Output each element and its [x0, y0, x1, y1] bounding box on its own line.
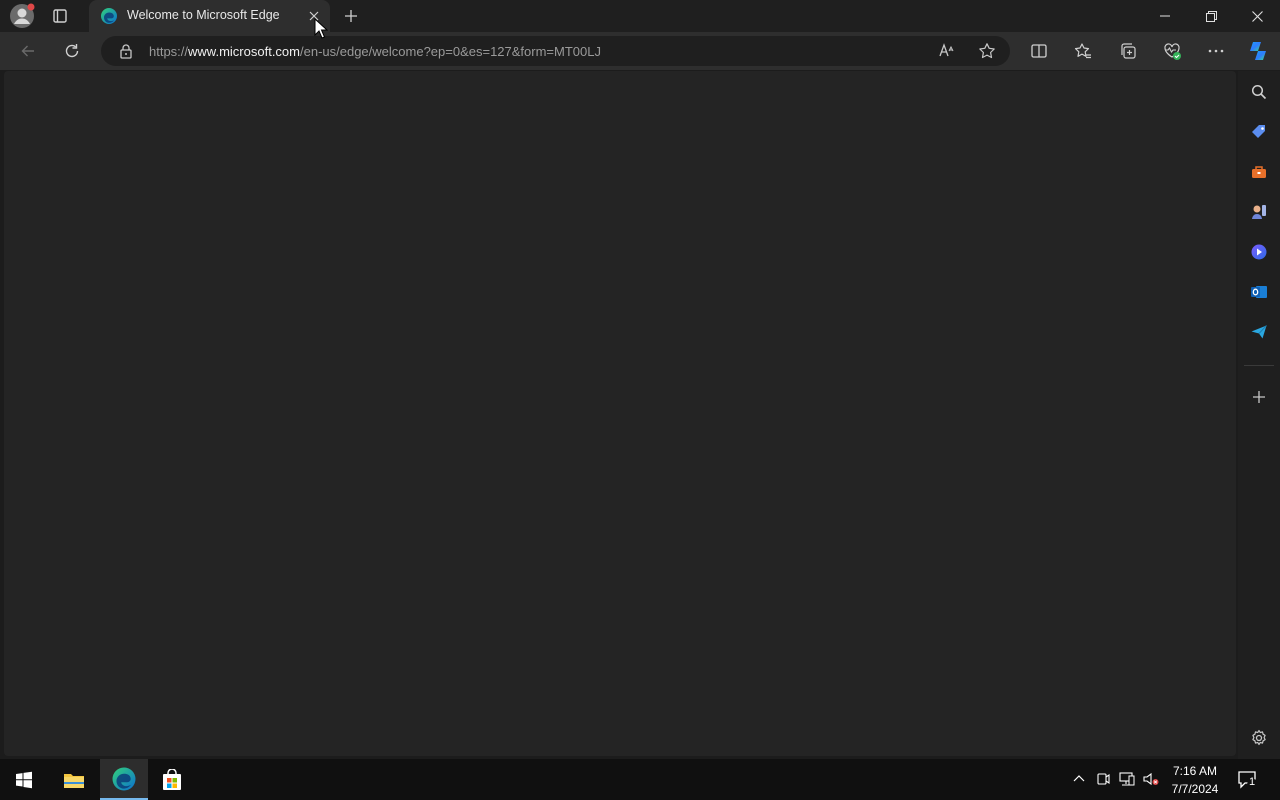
url-path: /en-us/edge/welcome?ep=0&es=127&form=MT0… — [300, 44, 601, 59]
notification-icon[interactable]: 1 — [1236, 768, 1260, 792]
minimize-button[interactable] — [1142, 0, 1188, 32]
windows-start-icon[interactable] — [0, 759, 48, 800]
tab-title: Welcome to Microsoft Edge — [127, 8, 280, 22]
notification-count: 1 — [1249, 776, 1256, 788]
mouse-cursor-icon — [314, 17, 329, 40]
address-bar[interactable]: https://www.microsoft.com/en-us/edge/wel… — [101, 36, 1010, 66]
add-icon[interactable] — [1248, 386, 1270, 408]
microsoft-store-icon[interactable] — [148, 759, 196, 800]
collections-icon[interactable] — [1118, 41, 1138, 61]
chevron-up-icon[interactable] — [1070, 770, 1088, 788]
clock-date: 7/7/2024 — [1171, 782, 1219, 796]
lock-icon[interactable] — [118, 43, 134, 59]
copilot-icon[interactable] — [1246, 39, 1270, 63]
close-window-button[interactable] — [1234, 0, 1280, 32]
url-scheme: https:// — [149, 44, 189, 59]
tab-welcome[interactable]: Welcome to Microsoft Edge — [89, 0, 330, 32]
file-explorer-icon[interactable] — [50, 759, 98, 800]
copilot-icon[interactable] — [1248, 241, 1270, 263]
search-icon[interactable] — [1248, 81, 1270, 103]
browser-essentials-icon[interactable] — [1162, 41, 1182, 61]
volume-muted-icon[interactable] — [1142, 770, 1160, 788]
new-tab-button[interactable] — [339, 4, 363, 28]
split-screen-icon[interactable] — [1029, 41, 1049, 61]
network-icon[interactable] — [1118, 770, 1136, 788]
system-clock[interactable]: 7:16 AM 7/7/2024 — [1166, 762, 1224, 798]
back-button[interactable] — [14, 37, 42, 65]
restore-button[interactable] — [1188, 0, 1234, 32]
clock-time: 7:16 AM — [1172, 764, 1218, 778]
refresh-button[interactable] — [58, 37, 86, 65]
outlook-icon[interactable] — [1248, 281, 1270, 303]
shopping-tag-icon[interactable] — [1248, 121, 1270, 143]
drop-icon[interactable] — [1248, 321, 1270, 343]
games-icon[interactable] — [1248, 201, 1270, 223]
sidebar-divider — [1244, 365, 1274, 366]
settings-icon[interactable] — [1248, 727, 1270, 749]
tab-actions-icon[interactable] — [46, 4, 74, 28]
more-icon[interactable] — [1206, 41, 1226, 61]
read-aloud-icon[interactable] — [937, 41, 957, 61]
browser-toolbar: https://www.microsoft.com/en-us/edge/wel… — [0, 32, 1280, 70]
profile-icon[interactable] — [9, 3, 35, 29]
title-bar: Welcome to Microsoft Edge — [0, 0, 1280, 32]
url-text[interactable]: https://www.microsoft.com/en-us/edge/wel… — [149, 44, 601, 59]
meet-now-icon[interactable] — [1094, 770, 1112, 788]
edge-sidebar — [1238, 71, 1280, 759]
windows-taskbar: 7:16 AM 7/7/2024 1 — [0, 759, 1280, 800]
star-icon[interactable] — [977, 41, 997, 61]
favorites-icon[interactable] — [1073, 41, 1093, 61]
tools-icon[interactable] — [1248, 161, 1270, 183]
url-host: www.microsoft.com — [188, 44, 300, 59]
edge-icon — [100, 7, 118, 25]
edge-icon[interactable] — [100, 759, 148, 800]
page-content — [4, 71, 1236, 756]
